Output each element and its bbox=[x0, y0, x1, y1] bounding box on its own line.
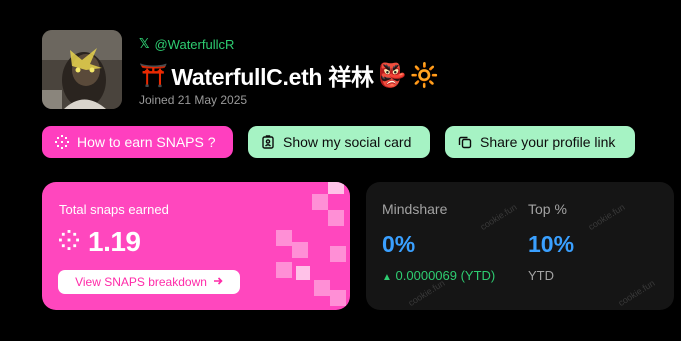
sun-emoji: 🔆 bbox=[410, 61, 439, 88]
snaps-breakdown-button[interactable]: View SNAPS breakdown bbox=[58, 270, 240, 294]
x-handle-link[interactable]: 𝕏 @WaterfullcR bbox=[139, 36, 234, 52]
share-profile-link-label: Share your profile link bbox=[480, 134, 616, 150]
top-percent-period: YTD bbox=[528, 268, 554, 283]
display-name-text: WaterfullC.eth 祥林 bbox=[171, 64, 374, 90]
copy-icon bbox=[457, 134, 473, 150]
display-name: ⛩️ WaterfullC.eth 祥林 👺 🔆 bbox=[139, 58, 439, 92]
mindshare-change: ▲ 0.0000069 (YTD) bbox=[382, 268, 495, 283]
stats-card: cookie.fun cookie.fun cookie.fun cookie.… bbox=[366, 182, 674, 310]
tengu-emoji: 👺 bbox=[377, 61, 407, 88]
snap-sparkle-icon bbox=[54, 134, 70, 150]
snaps-title: Total snaps earned bbox=[59, 202, 169, 217]
snaps-card: Total snaps earned 1.19 View SNAPS break… bbox=[42, 182, 350, 310]
watermark: cookie.fun bbox=[478, 201, 519, 233]
arrow-right-icon bbox=[213, 275, 223, 289]
snaps-breakdown-label: View SNAPS breakdown bbox=[75, 275, 207, 289]
arrow-up-icon: ▲ bbox=[382, 272, 392, 283]
snap-sparkle-icon bbox=[59, 229, 79, 255]
show-social-card-button[interactable]: Show my social card bbox=[248, 126, 430, 158]
torii-emoji: ⛩️ bbox=[139, 61, 168, 88]
watermark: cookie.fun bbox=[616, 277, 657, 309]
mindshare-change-text: 0.0000069 (YTD) bbox=[395, 268, 496, 283]
mindshare-label: Mindshare bbox=[382, 201, 448, 217]
joined-date: Joined 21 May 2025 bbox=[139, 93, 248, 107]
watermark: cookie.fun bbox=[586, 201, 627, 233]
share-profile-link-button[interactable]: Share your profile link bbox=[445, 126, 635, 158]
mindshare-value: 0% bbox=[382, 231, 416, 257]
top-percent-label: Top % bbox=[528, 201, 567, 217]
how-to-earn-button[interactable]: How to earn SNAPS ? bbox=[42, 126, 233, 158]
avatar[interactable] bbox=[42, 30, 122, 109]
show-social-card-label: Show my social card bbox=[283, 134, 412, 150]
x-logo-icon: 𝕏 bbox=[139, 36, 150, 51]
handle-text: @WaterfullcR bbox=[154, 36, 235, 52]
how-to-earn-label: How to earn SNAPS ? bbox=[77, 134, 216, 150]
id-card-icon bbox=[260, 134, 276, 150]
avatar-image bbox=[42, 30, 122, 109]
decorative-block-pattern bbox=[276, 182, 346, 306]
snaps-value-row: 1.19 bbox=[59, 226, 141, 258]
top-percent-value: 10% bbox=[528, 231, 575, 257]
snaps-total-value: 1.19 bbox=[88, 226, 141, 257]
